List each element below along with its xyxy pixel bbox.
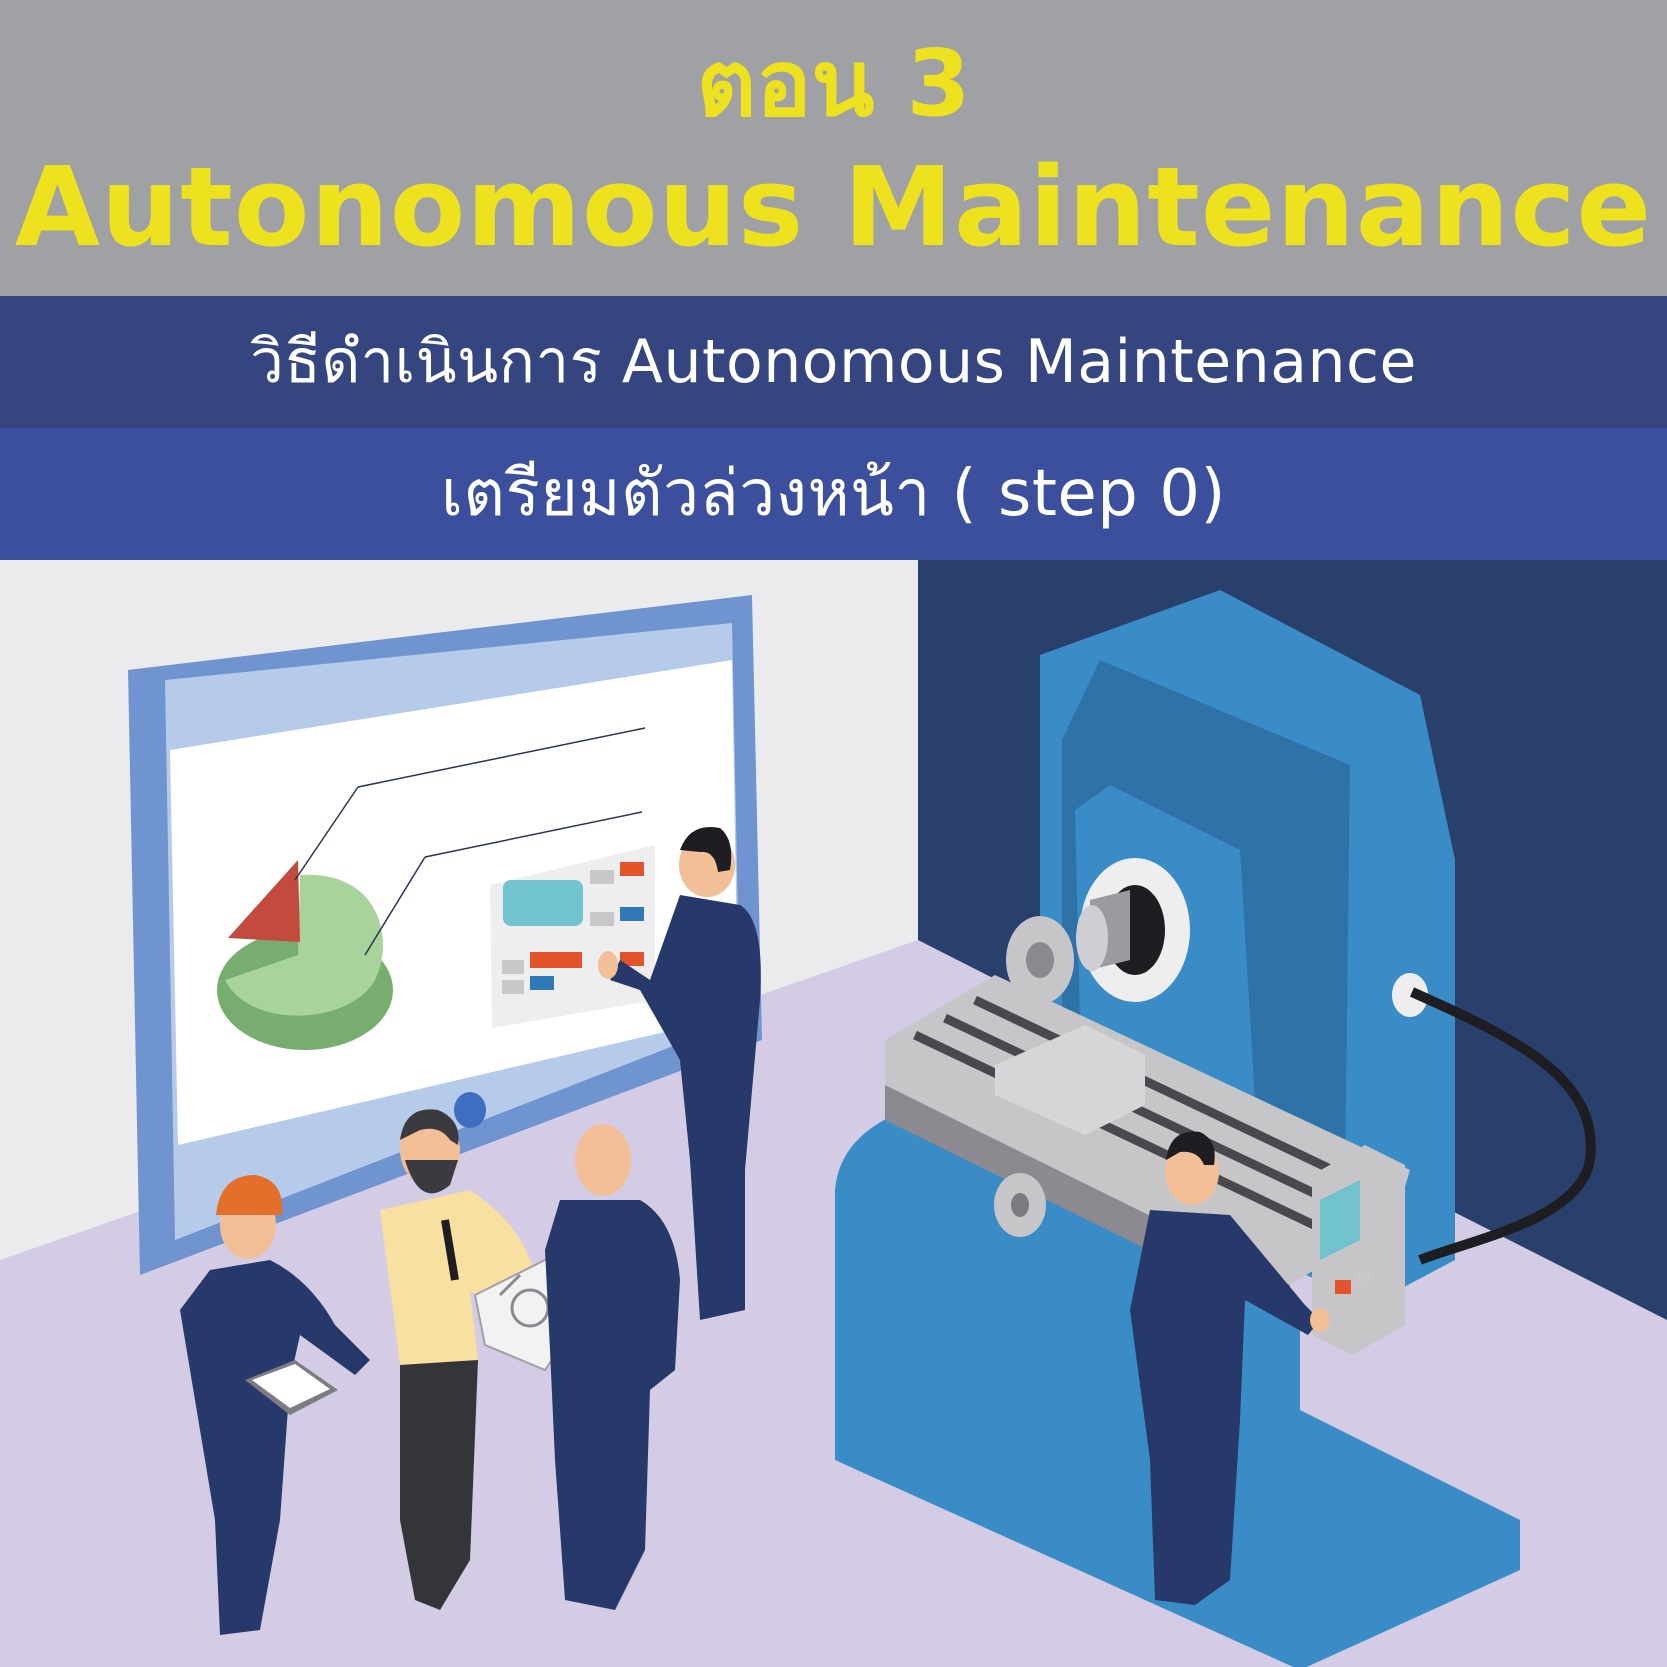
- page-title: Autonomous Maintenance: [14, 143, 1653, 271]
- step-banner: เตรียมตัวล่วงหน้า ( step 0): [0, 428, 1667, 560]
- step-text: เตรียมตัวล่วงหน้า ( step 0): [441, 457, 1226, 531]
- subtitle-banner: วิธีดำเนินการ Autonomous Maintenance: [0, 296, 1667, 428]
- subtitle-text: วิธีดำเนินการ Autonomous Maintenance: [250, 327, 1417, 397]
- factory-illustration: [0, 560, 1667, 1667]
- header-banner: ตอน 3 Autonomous Maintenance: [0, 0, 1667, 296]
- episode-label: ตอน 3: [696, 30, 971, 137]
